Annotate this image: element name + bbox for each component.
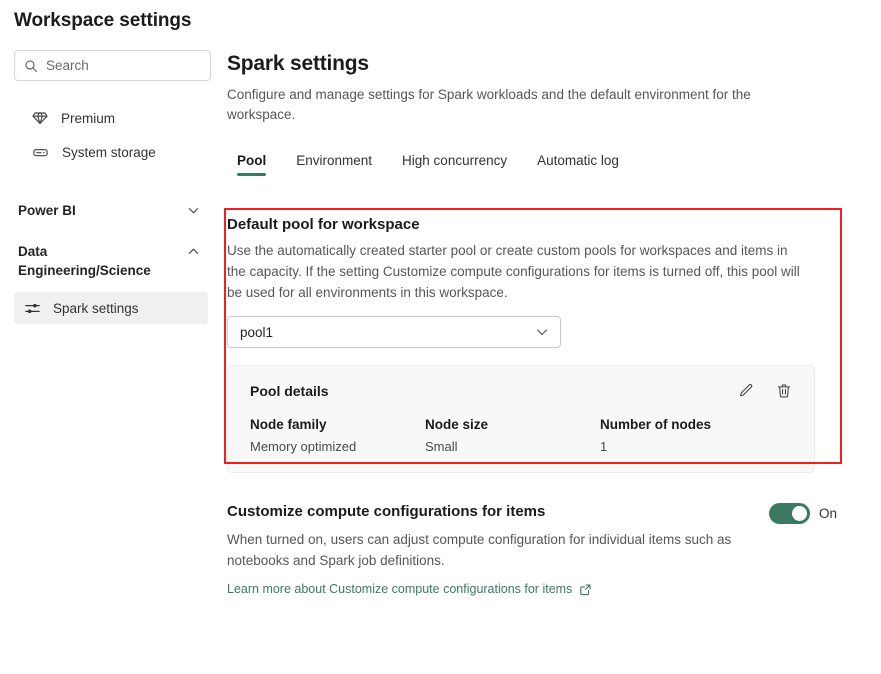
sidebar-item-spark-settings[interactable]: Spark settings xyxy=(14,292,208,324)
storage-drive-icon xyxy=(32,144,49,161)
tab-high-concurrency[interactable]: High concurrency xyxy=(402,153,507,178)
sidebar-group-power-bi[interactable]: Power BI xyxy=(14,201,208,220)
workspace-settings-page: Workspace settings Search Premium xyxy=(0,0,881,674)
tab-environment[interactable]: Environment xyxy=(296,153,372,178)
external-link-icon xyxy=(579,583,592,596)
main-heading: Spark settings xyxy=(227,52,867,76)
search-input[interactable]: Search xyxy=(14,50,211,81)
column-value: 1 xyxy=(600,439,775,454)
pool-detail-number-of-nodes: Number of nodes 1 xyxy=(600,417,775,454)
main-content: Spark settings Configure and manage sett… xyxy=(227,52,867,178)
diamond-icon xyxy=(32,110,48,126)
toggle-state-label: On xyxy=(819,506,837,521)
pencil-icon[interactable] xyxy=(736,381,756,401)
main-subheading: Configure and manage settings for Spark … xyxy=(227,85,775,125)
customize-compute-description: When turned on, users can adjust compute… xyxy=(227,529,737,571)
column-header: Number of nodes xyxy=(600,417,775,432)
customize-compute-heading: Customize compute configurations for ite… xyxy=(227,503,545,520)
search-icon xyxy=(24,59,38,73)
sidebar-item-premium[interactable]: Premium xyxy=(14,101,208,135)
search-placeholder: Search xyxy=(46,58,89,73)
column-header: Node family xyxy=(250,417,425,432)
default-pool-description: Use the automatically created starter po… xyxy=(227,240,805,303)
chevron-up-icon xyxy=(187,242,200,258)
pool-details-columns: Node family Memory optimized Node size S… xyxy=(250,417,794,454)
column-header: Node size xyxy=(425,417,600,432)
customize-compute-section: Customize compute configurations for ite… xyxy=(227,503,827,598)
sidebar-item-label: Spark settings xyxy=(53,301,139,316)
chevron-down-icon xyxy=(535,325,549,339)
pool-details-header: Pool details xyxy=(250,381,794,401)
sidebar-nav: Premium System storage Power BI xyxy=(0,101,222,324)
sidebar: Search Premium xyxy=(0,50,222,324)
sidebar-group-label: Power BI xyxy=(18,201,76,220)
sidebar-item-label: System storage xyxy=(62,145,156,160)
page-title: Workspace settings xyxy=(14,10,191,32)
sidebar-item-label: Premium xyxy=(61,111,115,126)
pool-detail-node-size: Node size Small xyxy=(425,417,600,454)
default-pool-dropdown[interactable]: pool1 xyxy=(227,316,561,348)
tab-pool[interactable]: Pool xyxy=(237,153,266,178)
customize-compute-toggle-group: On xyxy=(769,503,837,524)
default-pool-section: Default pool for workspace Use the autom… xyxy=(227,216,837,473)
pool-details-card: Pool details xyxy=(227,365,815,473)
pool-detail-node-family: Node family Memory optimized xyxy=(250,417,425,454)
tab-bar: Pool Environment High concurrency Automa… xyxy=(227,153,867,178)
trash-icon[interactable] xyxy=(774,381,794,401)
pool-details-title: Pool details xyxy=(250,383,329,399)
column-value: Memory optimized xyxy=(250,439,425,454)
customize-compute-toggle[interactable] xyxy=(769,503,810,524)
tab-automatic-log[interactable]: Automatic log xyxy=(537,153,619,178)
sidebar-group-data-engineering-science[interactable]: Data Engineering/Science xyxy=(14,242,208,280)
sidebar-group-label: Data Engineering/Science xyxy=(18,242,168,280)
customize-compute-header: Customize compute configurations for ite… xyxy=(227,503,827,520)
column-value: Small xyxy=(425,439,600,454)
learn-more-link-text: Learn more about Customize compute confi… xyxy=(227,582,572,596)
sliders-icon xyxy=(24,300,41,317)
chevron-down-icon xyxy=(187,201,200,217)
toggle-knob xyxy=(792,506,807,521)
default-pool-dropdown-value: pool1 xyxy=(240,325,273,340)
pool-details-actions xyxy=(736,381,794,401)
learn-more-link[interactable]: Learn more about Customize compute confi… xyxy=(227,582,592,596)
default-pool-heading: Default pool for workspace xyxy=(227,216,837,233)
sidebar-item-system-storage[interactable]: System storage xyxy=(14,135,208,169)
